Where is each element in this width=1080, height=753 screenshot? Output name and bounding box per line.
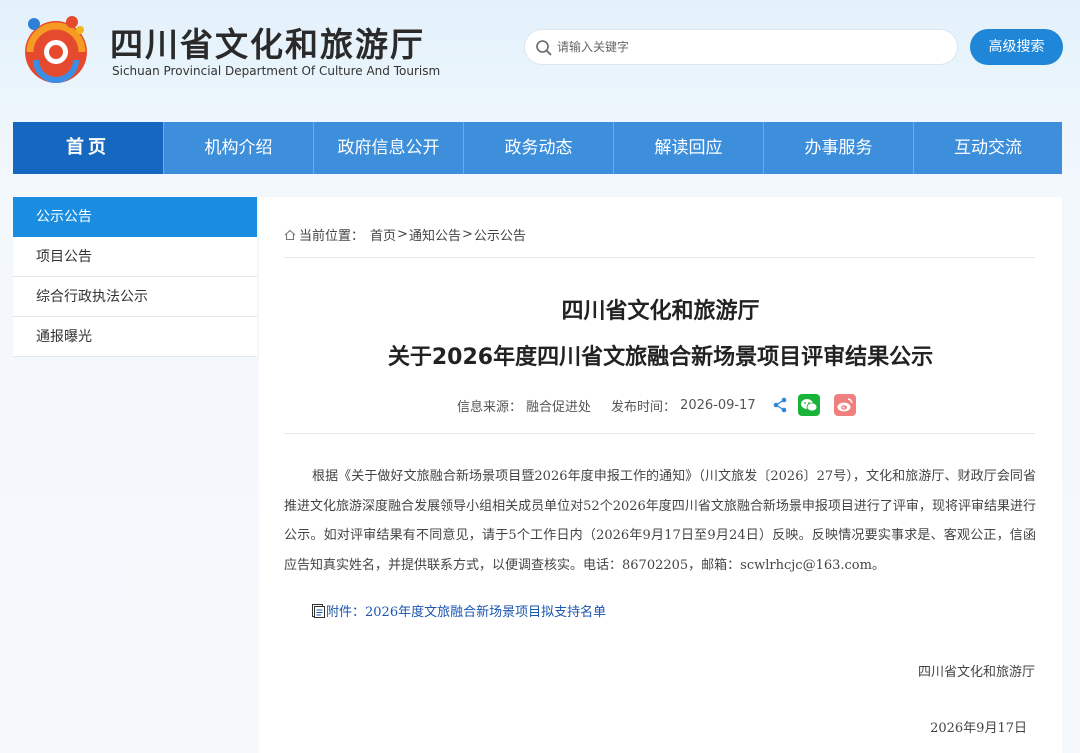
document-icon (312, 603, 325, 618)
site-subtitle: Sichuan Provincial Department Of Culture… (112, 64, 441, 78)
nav-item-home[interactable]: 首页 (13, 122, 163, 174)
attachment-label[interactable]: 附件：2026年度文旅融合新场景项目拟支持名单 (326, 601, 606, 620)
nav-item-about[interactable]: 机构介绍 (163, 122, 313, 174)
time-value: 2026-09-17 (680, 397, 756, 413)
signature-date: 2026年9月17日 (930, 721, 1027, 736)
search-box (524, 29, 958, 65)
article-body: 根据《关于做好文旅融合新场景项目暨2026年度申报工作的通知》（川文旅发〔202… (284, 469, 1036, 573)
signature-organization: 四川省文化和旅游厅 (917, 665, 1035, 680)
divider (284, 257, 1035, 258)
breadcrumb-separator: > (461, 227, 473, 242)
sidebar: 公示公告 项目公告 综合行政执法公示 通报曝光 (13, 197, 257, 357)
sidebar-item-announcements[interactable]: 公示公告 (13, 197, 257, 237)
article-panel: 当前位置： 首页 > 通知公告 > 公示公告 四川省文化和旅游厅 关于2026年… (259, 197, 1062, 753)
attachment-link[interactable]: 附件：2026年度文旅融合新场景项目拟支持名单 (312, 601, 606, 620)
nav-item-interpretation[interactable]: 解读回应 (613, 122, 763, 174)
breadcrumb: 当前位置： 首页 > 通知公告 > 公示公告 (284, 225, 526, 244)
wechat-icon[interactable] (797, 394, 820, 416)
share-icon[interactable] (772, 397, 788, 413)
sidebar-item-project-notices[interactable]: 项目公告 (13, 237, 257, 277)
main-nav: 首页 机构介绍 政府信息公开 政务动态 解读回应 办事服务 互动交流 (13, 122, 1062, 174)
divider (284, 433, 1035, 434)
weibo-icon[interactable] (833, 394, 856, 416)
breadcrumb-separator: > (397, 227, 408, 242)
article-meta: 信息来源： 融合促进处 发布时间： 2026-09-17 (457, 394, 860, 416)
breadcrumb-home[interactable]: 首页 (370, 225, 396, 244)
nav-item-gov-info[interactable]: 政府信息公开 (313, 122, 463, 174)
source-label: 信息来源： (457, 399, 523, 415)
site-title: 四川省文化和旅游厅 (110, 25, 425, 64)
nav-item-news[interactable]: 政务动态 (463, 122, 613, 174)
home-icon (284, 229, 296, 240)
breadcrumb-announcements[interactable]: 公示公告 (474, 225, 526, 244)
breadcrumb-prefix: 当前位置： (299, 229, 365, 244)
search-icon[interactable] (535, 39, 553, 57)
breadcrumb-notices[interactable]: 通知公告 (409, 225, 461, 244)
source-value: 融合促进处 (526, 399, 592, 415)
article-title-line2: 关于2026年度四川省文旅融合新场景项目评审结果公示 (387, 345, 934, 370)
nav-item-services[interactable]: 办事服务 (763, 122, 913, 174)
nav-item-interaction[interactable]: 互动交流 (913, 122, 1062, 174)
sidebar-item-enforcement[interactable]: 综合行政执法公示 (13, 277, 257, 317)
article-title-line1: 四川省文化和旅游厅 (561, 299, 760, 324)
advanced-search-button[interactable]: 高级搜索 (970, 29, 1063, 65)
search-input[interactable] (557, 37, 947, 57)
sidebar-item-circulars[interactable]: 通报曝光 (13, 317, 257, 357)
site-header: 四川省文化和旅游厅 Sichuan Provincial Department … (0, 0, 1080, 118)
time-label: 发布时间： (611, 399, 677, 415)
sichuan-culture-tourism-logo[interactable] (20, 12, 92, 86)
